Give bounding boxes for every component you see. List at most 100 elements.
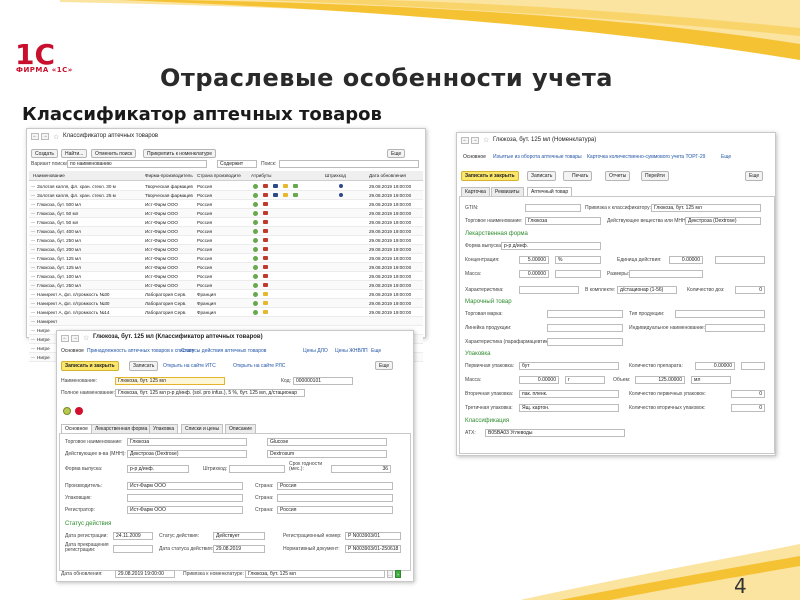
drug-amount-field[interactable]: 0.00000: [695, 362, 735, 370]
col-barcode[interactable]: Штрихкод: [325, 171, 365, 181]
shelf-life-field[interactable]: 36: [331, 465, 391, 473]
search-variant-field[interactable]: по наименованию: [67, 160, 207, 168]
table-row[interactable]: —Нанирект А, фл. п/громкость №30 Лаборато…: [29, 299, 423, 308]
search-input[interactable]: [279, 160, 419, 168]
product-line-field[interactable]: [547, 324, 623, 332]
reg-date-field[interactable]: 24.11.2009: [113, 532, 153, 540]
attach-to-nomenclature-button[interactable]: Прикрепить к номенклатуре: [143, 149, 216, 158]
table-row[interactable]: —Нанирект: [29, 317, 423, 326]
barcode-field[interactable]: [229, 465, 285, 473]
save-button[interactable]: Записать: [129, 361, 159, 371]
secondary-pack-field[interactable]: пак. пленк.: [519, 390, 619, 398]
save-close-button[interactable]: Записать и закрыть: [461, 171, 519, 181]
classifier-link-field[interactable]: Глюкоза, бут. 125 мл: [651, 204, 761, 212]
forward-icon[interactable]: →: [41, 133, 49, 140]
binding-field[interactable]: Глюкоза, бут. 125 мл: [245, 570, 385, 578]
secondary-count-field[interactable]: 0: [731, 404, 765, 412]
col-maker[interactable]: Фирма-производитель: [145, 171, 195, 181]
concentration-unit-field[interactable]: %: [555, 256, 601, 264]
mnn-field[interactable]: Декстроза (Dextrose): [127, 450, 247, 458]
nav-main[interactable]: Основное: [61, 348, 84, 354]
pack-mass-unit[interactable]: г: [565, 376, 605, 384]
primary-pack-field[interactable]: бут: [519, 362, 619, 370]
forward-icon[interactable]: →: [71, 335, 79, 342]
table-row[interactable]: —Глюкоза, бут. 250 мл Ист-Фарм ООО Россия 2…: [29, 281, 423, 290]
back-icon[interactable]: ←: [461, 137, 469, 144]
drug-amount-unit[interactable]: [741, 362, 765, 370]
table-row[interactable]: —Глюкоза, бут. 50 мл Ист-Фарм ООО Россия 29…: [29, 218, 423, 227]
mass-field[interactable]: 0.00000: [519, 270, 549, 278]
search-mode-field[interactable]: Содержит: [217, 160, 257, 168]
trade-name-field[interactable]: Глюкоза: [525, 217, 601, 225]
nav-more[interactable]: Еще: [371, 348, 381, 354]
primary-count-field[interactable]: 0: [731, 390, 765, 398]
table-row[interactable]: —Нанирект А, фл. п/громкость №14 Лаборато…: [29, 308, 423, 317]
manufacturer-field[interactable]: Ист-Фарм ООО: [127, 482, 243, 490]
registrant-field[interactable]: Ист-Фарм ООО: [127, 506, 243, 514]
print-button[interactable]: Печать: [563, 171, 593, 181]
product-type-field[interactable]: [675, 310, 765, 318]
individual-name-field[interactable]: [705, 324, 765, 332]
reg-number-field[interactable]: Р N003903/01: [345, 532, 401, 540]
pharm-char-field[interactable]: [547, 338, 623, 346]
more-button[interactable]: Еще: [387, 149, 406, 158]
nav-withdrawn[interactable]: Изъятые из оборота аптечные товары: [493, 154, 582, 160]
create-button[interactable]: Создать: [31, 149, 59, 158]
nav-zhnvlp-prices[interactable]: Цены ЖНВЛП: [335, 348, 368, 354]
unit-type-field[interactable]: [715, 256, 765, 264]
tab-requisites[interactable]: Реквизиты: [491, 187, 524, 196]
star-icon[interactable]: ☆: [483, 136, 489, 144]
star-icon[interactable]: ☆: [83, 334, 89, 342]
sizes-field[interactable]: [629, 270, 703, 278]
atc-field[interactable]: В05ВА03 Углеводы: [485, 429, 625, 437]
table-row[interactable]: —Глюкоза, бут. 500 мл Ист-Фарм ООО Россия 2…: [29, 200, 423, 209]
reports-button[interactable]: Отчеты: [605, 171, 631, 181]
pack-mass-field[interactable]: 0.00000: [519, 376, 559, 384]
nav-more[interactable]: Еще: [721, 154, 731, 160]
volume-unit[interactable]: мл: [691, 376, 731, 384]
more-button[interactable]: Еще: [375, 361, 394, 370]
col-name[interactable]: Наименование: [33, 171, 133, 181]
dose-count-field[interactable]: 0: [735, 286, 765, 294]
status-date-field[interactable]: 29.08.2019: [213, 545, 265, 553]
open-rls-link[interactable]: Открыть на сайте РЛС: [233, 363, 285, 369]
binding-select-icon[interactable]: …: [387, 570, 393, 578]
save-close-button[interactable]: Записать и закрыть: [61, 361, 119, 371]
nav-statuses[interactable]: Статусы действия аптечных товаров: [181, 348, 266, 354]
back-icon[interactable]: ←: [31, 133, 39, 140]
characteristics-field[interactable]: [519, 286, 579, 294]
open-its-link[interactable]: Открыть на сайте ИТС: [163, 363, 216, 369]
name-field[interactable]: Глюкоза, бут. 125 мл: [115, 377, 225, 385]
tab-drug-form[interactable]: Лекарственная форма: [91, 424, 152, 433]
tab-card[interactable]: Карточка: [461, 187, 490, 196]
col-update-date[interactable]: Дата обновления: [369, 171, 425, 181]
tab-pharmacy[interactable]: Аптечный товар: [527, 187, 573, 196]
update-date-field[interactable]: 29.08.2019 19:00:00: [115, 570, 175, 578]
table-row[interactable]: —Нанирект А, фл. п/громкость №30 Лаборато…: [29, 290, 423, 299]
table-row[interactable]: —Золотая капля, фл. хран. стекл. 25 м Тво…: [29, 191, 423, 200]
col-attributes[interactable]: Атрибуты: [251, 171, 291, 181]
nav-main[interactable]: Основное: [463, 154, 486, 160]
trade-name-field[interactable]: Глюкоза: [127, 438, 247, 446]
tab-lists-prices[interactable]: Списки и цены: [181, 424, 224, 433]
form-field[interactable]: р-р д/инф.: [501, 242, 601, 250]
table-row[interactable]: —Золотая капля, фл. хран. стекл. 30 м Тво…: [29, 182, 423, 191]
star-icon[interactable]: ☆: [53, 133, 59, 141]
tab-packaging[interactable]: Упаковка: [149, 424, 179, 433]
registrant-country-field[interactable]: Россия: [277, 506, 393, 514]
mnn-field[interactable]: Декстроза (Dextrose): [685, 217, 761, 225]
norm-doc-field[interactable]: Р N003903/01-250618: [345, 545, 401, 553]
trade-mark-field[interactable]: [547, 310, 623, 318]
code-field[interactable]: 000000101: [293, 377, 353, 385]
tertiary-pack-field[interactable]: Ящ. картон.: [519, 404, 619, 412]
nav-lists[interactable]: Принадлежность аптечных товаров к списка…: [87, 348, 194, 354]
fullname-field[interactable]: Глюкоза, бут. 125 мл р-р д/инф. (sol. pr…: [115, 389, 305, 397]
tab-main[interactable]: Основное: [61, 424, 92, 433]
table-row[interactable]: —Глюкоза, бут. 400 мл Ист-Фарм ООО Россия 2…: [29, 227, 423, 236]
save-button[interactable]: Записать: [527, 171, 557, 181]
table-row[interactable]: —Глюкоза, бут. 200 мл Ист-Фарм ООО Россия 2…: [29, 245, 423, 254]
forward-icon[interactable]: →: [471, 137, 479, 144]
packer-field[interactable]: [127, 494, 243, 502]
unit-field[interactable]: 0.00000: [669, 256, 703, 264]
col-country[interactable]: Страна производителя: [197, 171, 241, 181]
